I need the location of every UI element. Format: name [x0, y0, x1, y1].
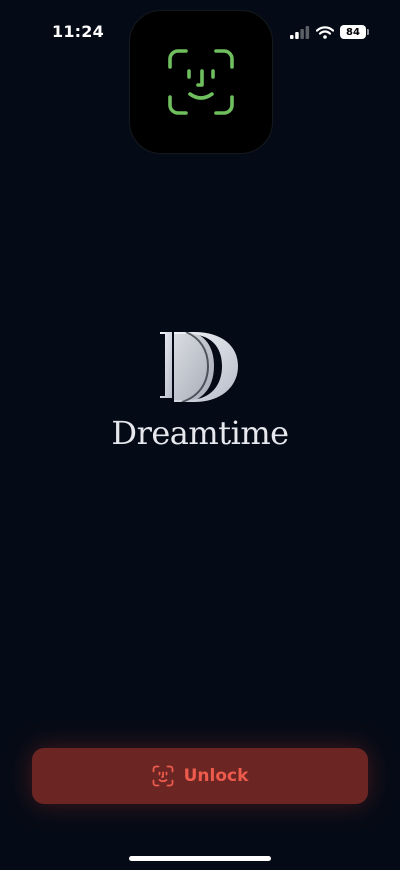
wifi-icon: [316, 25, 334, 39]
unlock-button-label: Unlock: [183, 766, 249, 786]
battery-percent: 84: [346, 26, 360, 38]
battery-icon: 84: [340, 25, 369, 39]
brand-logo: Dreamtime: [0, 330, 400, 452]
unlock-button[interactable]: Unlock: [32, 748, 368, 804]
brand-name: Dreamtime: [111, 414, 289, 452]
face-id-overlay: [129, 10, 273, 154]
status-time: 11:24: [52, 22, 104, 41]
home-indicator[interactable]: [129, 856, 271, 861]
dreamtime-logo-icon: [160, 331, 238, 403]
face-id-icon: [152, 765, 173, 787]
status-indicators: 84: [290, 24, 369, 40]
face-id-icon: [168, 49, 234, 115]
cellular-signal-icon: [290, 25, 310, 39]
